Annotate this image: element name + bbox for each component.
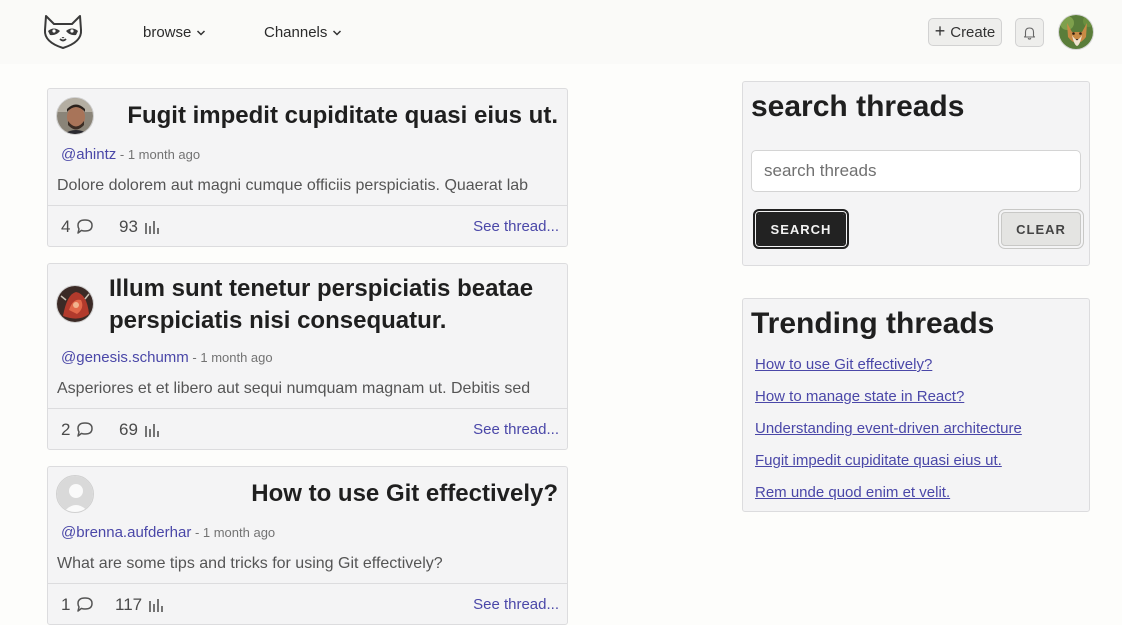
raccoon-logo-icon[interactable] — [42, 14, 84, 50]
comment-icon — [77, 597, 94, 612]
thread-title[interactable]: How to use Git effectively? — [251, 478, 558, 510]
author-avatar-image — [57, 286, 93, 322]
trending-link[interactable]: How to manage state in React? — [755, 388, 964, 405]
trending-link[interactable]: How to use Git effectively? — [755, 356, 932, 373]
thread-meta: @ahintz - 1 month ago — [61, 146, 200, 163]
post-time: - 1 month ago — [192, 350, 273, 365]
plus-icon: + — [934, 21, 946, 41]
chevron-down-icon — [333, 29, 342, 36]
thread-title[interactable]: Illum sunt tenetur perspiciatis beatae p… — [109, 273, 561, 337]
channels-menu[interactable]: Channels — [264, 24, 342, 41]
see-thread-link[interactable]: See thread... — [473, 584, 559, 625]
view-count: 93 — [119, 206, 160, 247]
comment-count: 2 — [61, 409, 94, 450]
trending-link[interactable]: Rem unde quod enim et velit. — [755, 484, 950, 501]
view-count-value: 117 — [115, 594, 143, 614]
user-avatar-image — [1059, 15, 1093, 49]
thread-footer: 2 69 See thread... — [48, 408, 567, 449]
author-username[interactable]: @brenna.aufderhar — [61, 524, 191, 541]
thread-meta: @genesis.schumm - 1 month ago — [61, 349, 273, 366]
thread-card[interactable]: How to use Git effectively? @brenna.aufd… — [47, 466, 568, 625]
author-avatar-image — [57, 98, 93, 134]
post-time: - 1 month ago — [119, 147, 201, 162]
view-count-value: 69 — [119, 419, 138, 439]
thread-footer: 4 93 See thread... — [48, 205, 567, 246]
search-button[interactable]: SEARCH — [753, 209, 849, 249]
author-username[interactable]: @ahintz — [61, 146, 116, 163]
browse-label: browse — [143, 24, 192, 41]
bar-chart-icon — [149, 598, 163, 612]
search-heading: search threads — [751, 90, 965, 123]
comment-count: 4 — [61, 206, 94, 247]
thread-excerpt: What are some tips and tricks for using … — [57, 555, 443, 572]
author-avatar[interactable] — [56, 475, 94, 513]
trending-link[interactable]: Understanding event-driven architecture — [755, 420, 1022, 437]
comment-icon — [77, 219, 94, 234]
thread-card[interactable]: Fugit impedit cupiditate quasi eius ut. … — [47, 88, 568, 247]
create-button[interactable]: + Create — [928, 18, 1002, 46]
search-panel: search threads SEARCH CLEAR — [742, 81, 1090, 266]
author-avatar[interactable] — [56, 285, 94, 323]
comment-count-value: 2 — [61, 419, 71, 439]
view-count-value: 93 — [119, 216, 138, 236]
view-count: 117 — [115, 584, 164, 625]
thread-meta: @brenna.aufderhar - 1 month ago — [61, 524, 275, 541]
thread-card[interactable]: Illum sunt tenetur perspiciatis beatae p… — [47, 263, 568, 450]
view-count: 69 — [119, 409, 160, 450]
see-thread-link[interactable]: See thread... — [473, 409, 559, 450]
thread-title[interactable]: Fugit impedit cupiditate quasi eius ut. — [127, 100, 558, 132]
bar-chart-icon — [145, 423, 159, 437]
create-label: Create — [950, 23, 996, 41]
thread-excerpt: Asperiores et et libero aut sequi numqua… — [57, 380, 531, 397]
clear-button[interactable]: CLEAR — [998, 209, 1084, 249]
search-input[interactable] — [751, 150, 1081, 192]
default-avatar-icon — [57, 476, 93, 512]
trending-heading: Trending threads — [751, 307, 995, 340]
bell-icon — [1023, 26, 1036, 40]
chevron-down-icon — [197, 29, 206, 36]
user-avatar[interactable] — [1058, 14, 1094, 50]
channels-label: Channels — [264, 24, 328, 41]
trending-link[interactable]: Fugit impedit cupiditate quasi eius ut. — [755, 452, 1002, 469]
see-thread-link[interactable]: See thread... — [473, 206, 559, 247]
browse-menu[interactable]: browse — [143, 24, 206, 41]
author-avatar[interactable] — [56, 97, 94, 135]
comment-icon — [77, 422, 94, 437]
comment-count: 1 — [61, 584, 94, 625]
thread-excerpt: Dolore dolorem aut magni cumque officiis… — [57, 177, 529, 194]
author-username[interactable]: @genesis.schumm — [61, 349, 189, 366]
comment-count-value: 4 — [61, 216, 71, 236]
top-navbar: browse Channels + Create — [0, 0, 1122, 64]
thread-footer: 1 117 See thread... — [48, 583, 567, 624]
notifications-button[interactable] — [1015, 18, 1044, 47]
post-time: - 1 month ago — [194, 525, 276, 540]
comment-count-value: 1 — [61, 594, 71, 614]
trending-panel: Trending threads How to use Git effectiv… — [742, 298, 1090, 512]
bar-chart-icon — [145, 220, 159, 234]
